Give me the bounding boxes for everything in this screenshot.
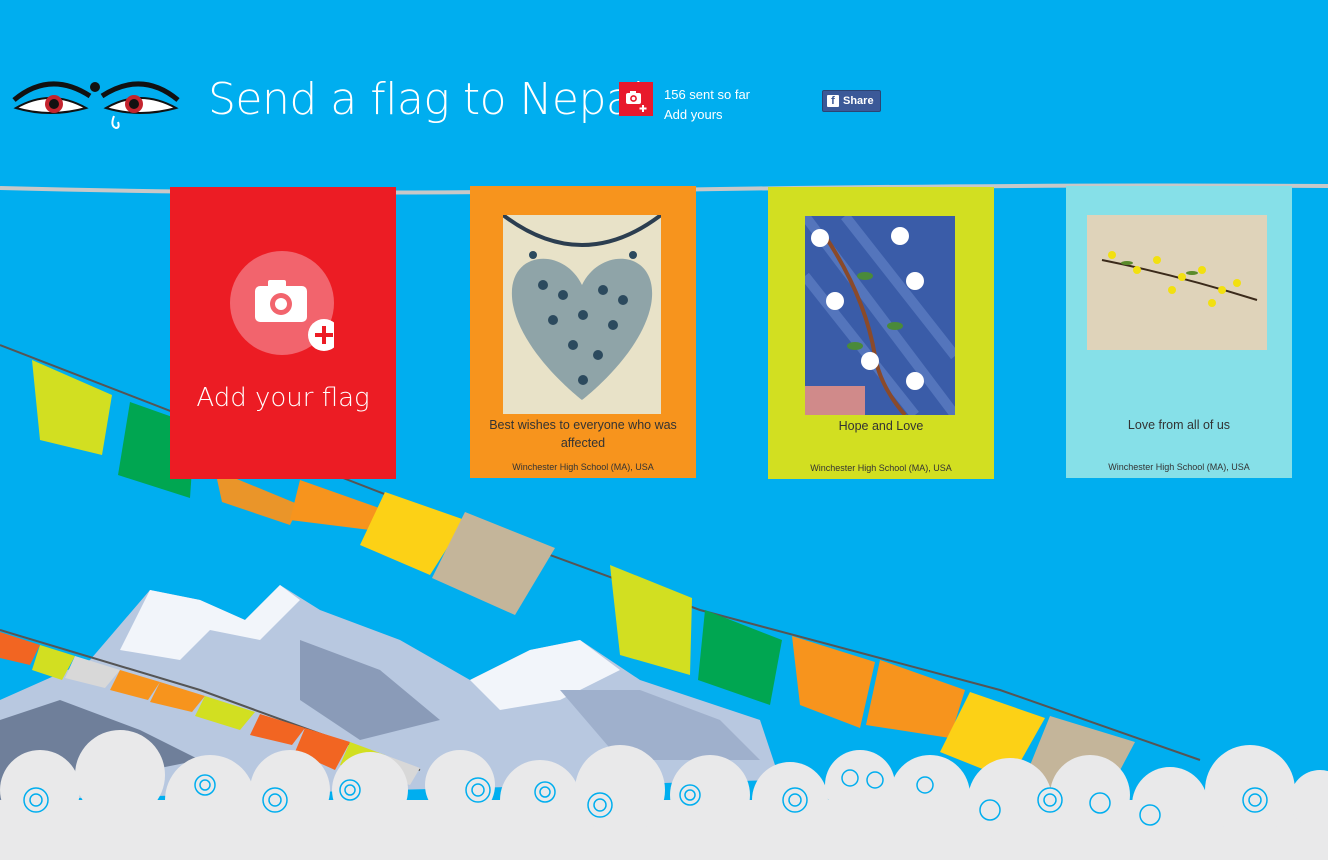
facebook-share-button[interactable]: f Share <box>822 90 881 112</box>
flag-counter: 156 sent so far Add yours <box>664 85 750 125</box>
flag-card: Hope and Love Winchester High School (MA… <box>768 187 994 479</box>
share-label: Share <box>843 95 874 107</box>
flag-message: Hope and Love <box>838 419 924 433</box>
sent-count: 156 sent so far <box>664 87 750 102</box>
page-title: Send a flag to Nepal <box>208 74 645 125</box>
flag-card: Love from all of us Winchester High Scho… <box>1066 186 1292 478</box>
flag-location: Winchester High School (MA), USA <box>1108 462 1250 472</box>
flag-card: Best wishes to everyone who was affected… <box>470 186 696 478</box>
add-flag-circle <box>230 251 340 355</box>
buddha-eyes-icon <box>12 81 180 130</box>
add-yours-link[interactable]: Add yours <box>664 105 750 125</box>
flag-photo[interactable] <box>503 215 661 414</box>
add-flag-button[interactable] <box>619 82 653 116</box>
add-your-flag-label: Add your flag <box>196 383 370 413</box>
camera-plus-icon <box>255 280 340 351</box>
flag-location: Winchester High School (MA), USA <box>810 463 952 473</box>
add-your-flag-card[interactable]: Add your flag <box>170 187 396 479</box>
facebook-icon: f <box>827 95 839 107</box>
flag-location: Winchester High School (MA), USA <box>512 462 654 472</box>
flag-photo[interactable] <box>1087 215 1267 350</box>
flag-photo[interactable] <box>805 216 955 415</box>
flag-message: Best wishes to everyone who was affected <box>489 418 677 450</box>
flag-message: Love from all of us <box>1127 418 1231 432</box>
camera-plus-icon <box>626 91 647 112</box>
